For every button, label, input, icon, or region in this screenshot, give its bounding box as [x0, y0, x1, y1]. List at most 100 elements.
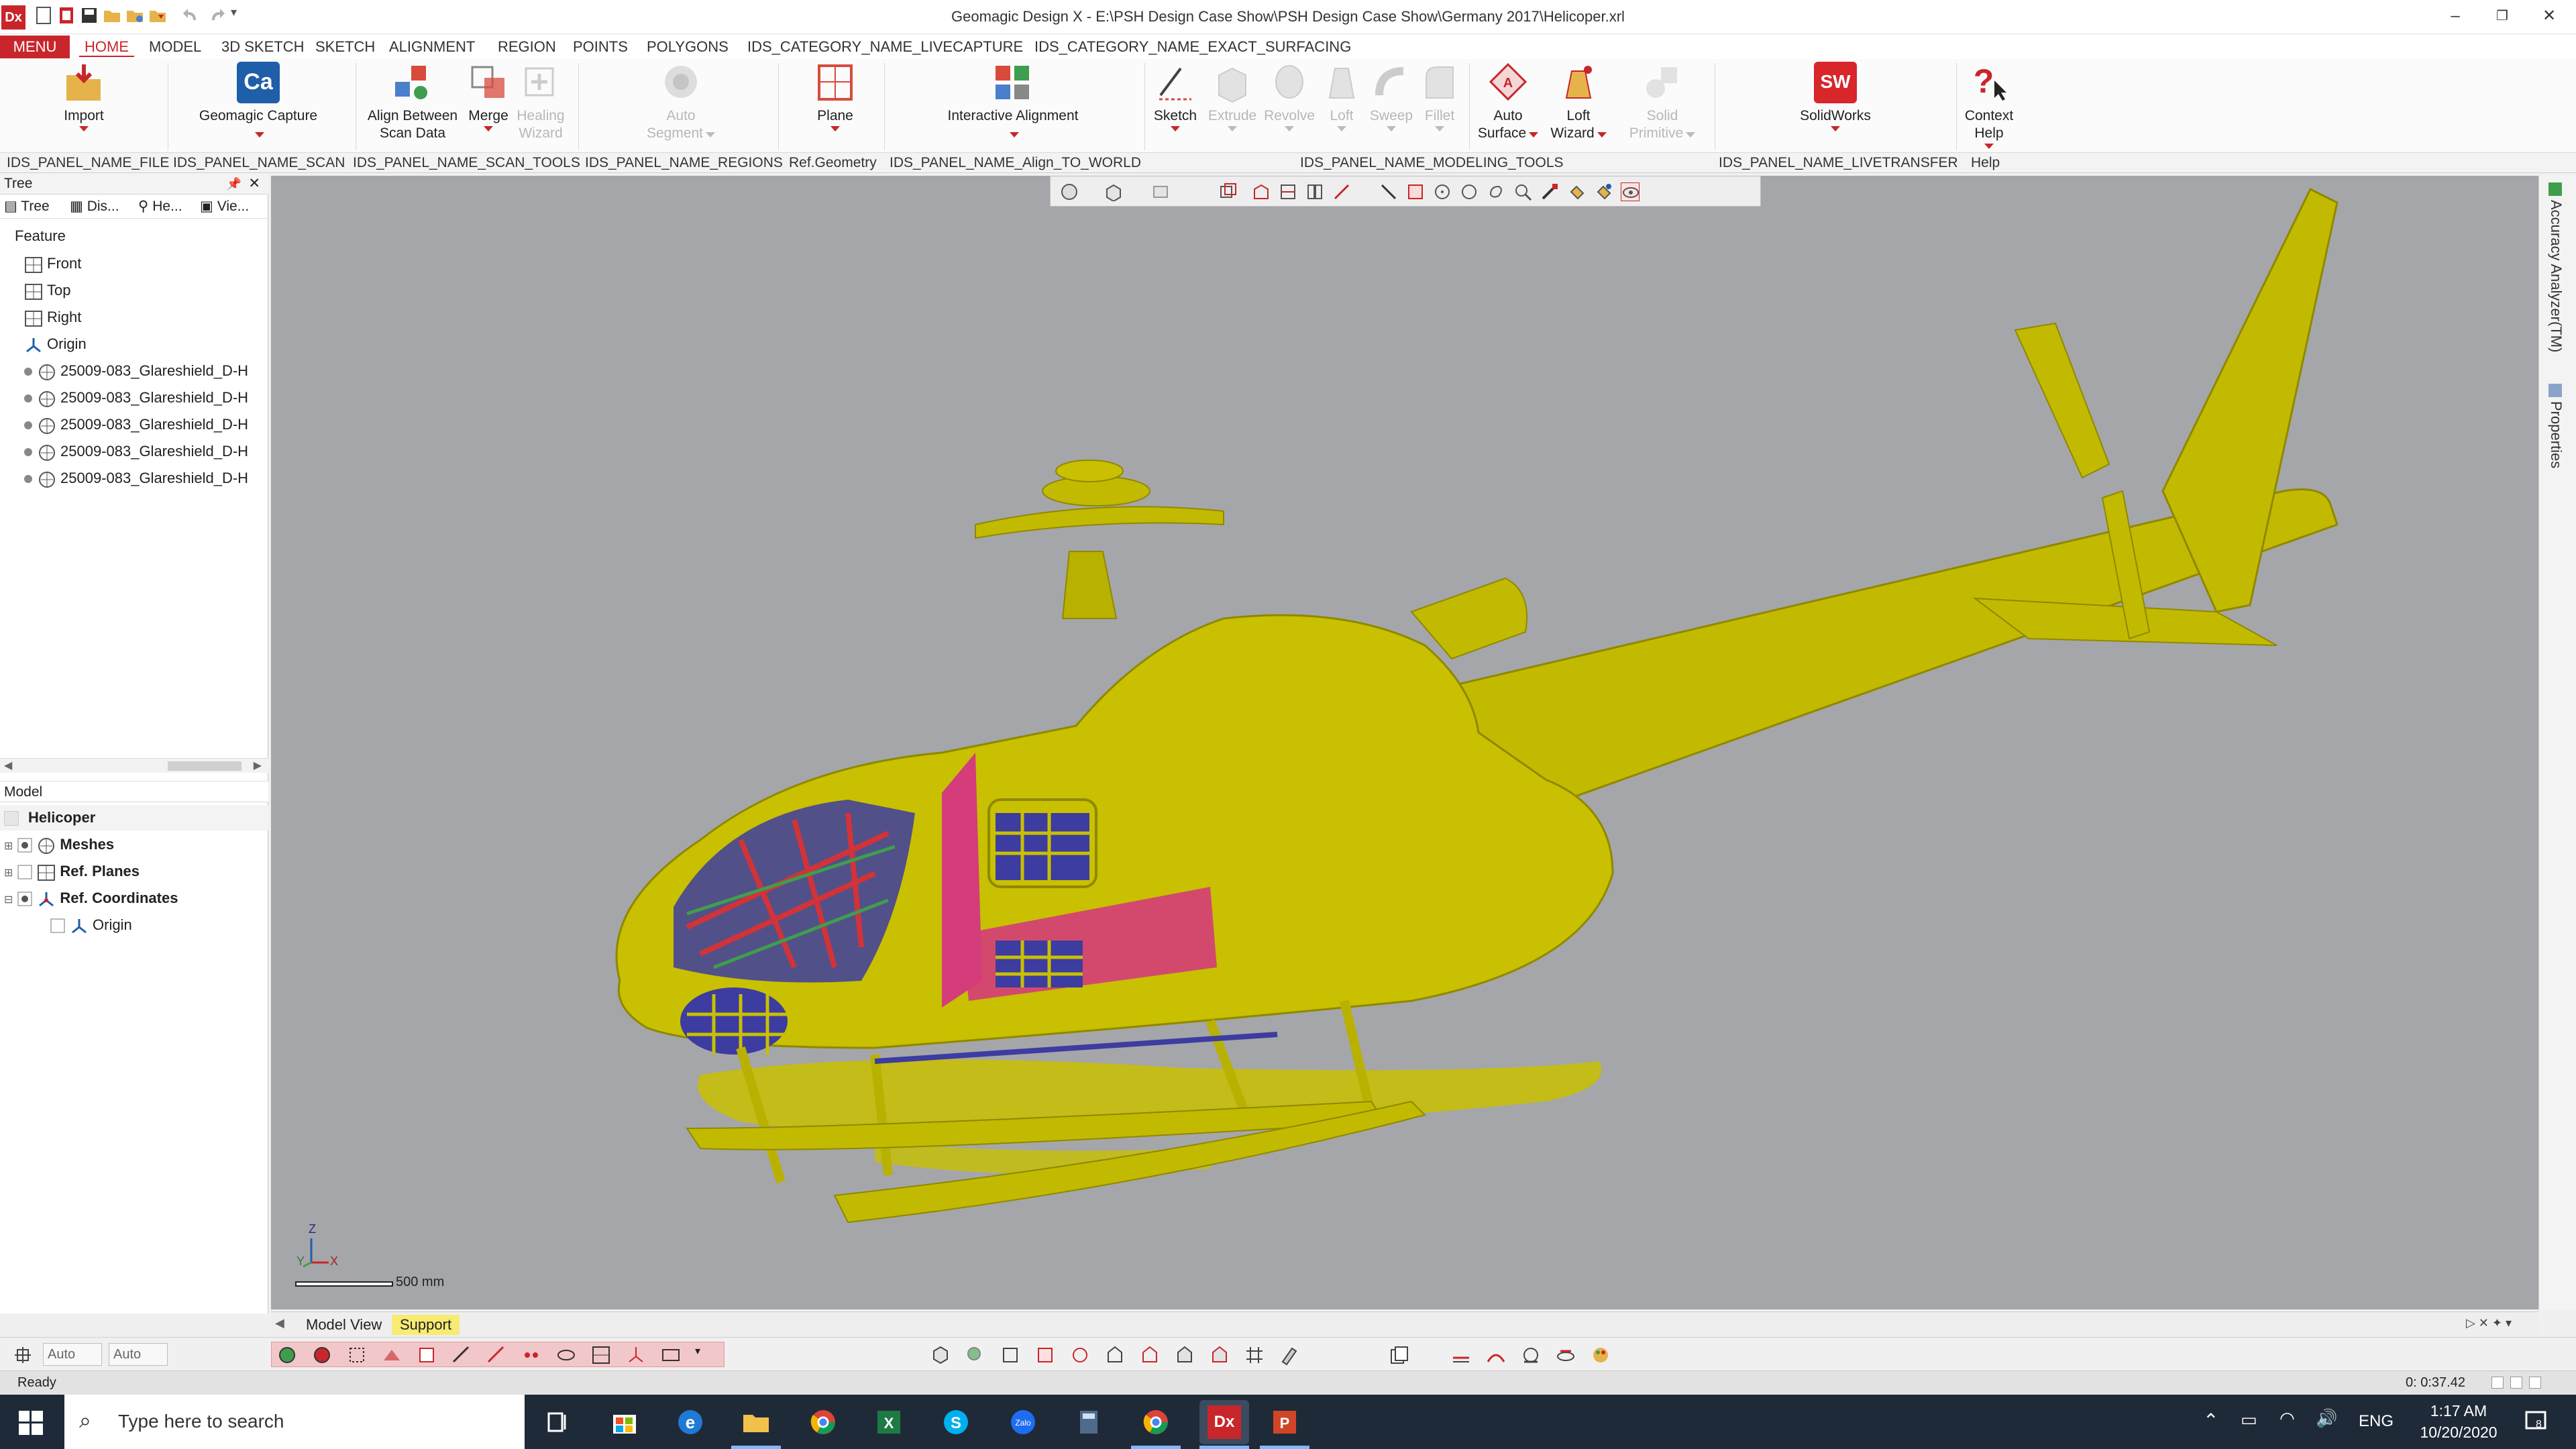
select-coord-icon[interactable]	[625, 1344, 647, 1366]
visibility-icon[interactable]	[17, 890, 33, 908]
healing-wizard-button[interactable]: Healing Wizard	[514, 62, 568, 142]
3d-viewport[interactable]: Z Y X 500 mm	[271, 176, 2538, 1309]
brush-select-icon[interactable]	[1513, 182, 1532, 201]
tree-item-front[interactable]: Front	[24, 251, 81, 276]
import-button[interactable]: Import	[40, 62, 127, 131]
extend-select-icon[interactable]	[1594, 182, 1613, 201]
tab-exact-surfacing[interactable]: IDS_CATEGORY_NAME_EXACT_SURFACING	[1029, 37, 1356, 57]
model-item-ref-planes[interactable]: ⊞ Ref. Planes	[4, 859, 140, 884]
lasso-icon[interactable]	[1487, 182, 1505, 201]
tab-close-icon[interactable]: ▷ ✕ ✦ ▾	[2466, 1316, 2512, 1330]
merge-button[interactable]: Merge	[463, 62, 514, 131]
minimize-icon[interactable]: –	[2435, 4, 2475, 28]
model-item-meshes[interactable]: ⊞ Meshes	[4, 832, 114, 857]
tree-horizontal-scrollbar[interactable]: ◀ ▶	[0, 758, 268, 773]
view-box-icon[interactable]	[1151, 182, 1170, 201]
line-icon[interactable]	[1379, 182, 1398, 201]
wifi-icon[interactable]: ◠	[2279, 1408, 2295, 1429]
tree-item-mesh[interactable]: 25009-083_Glareshield_D-H	[24, 412, 248, 437]
view-rotate-icon[interactable]	[1069, 1344, 1091, 1366]
collapse-icon[interactable]: ⊟	[4, 894, 13, 906]
tab-3d-sketch[interactable]: 3D SKETCH	[216, 37, 309, 57]
tree-item-mesh[interactable]: 25009-083_Glareshield_D-H	[24, 385, 248, 411]
tab-scroll-left-icon[interactable]: ◀	[275, 1316, 284, 1330]
tab-model[interactable]: MODEL	[144, 37, 207, 57]
auto-surface-button[interactable]: A Auto Surface	[1473, 62, 1543, 142]
loft-button[interactable]: Loft	[1320, 62, 1363, 131]
view-front-icon[interactable]	[1000, 1344, 1021, 1366]
file-explorer-icon[interactable]	[739, 1405, 773, 1439]
view-options-icon[interactable]	[1279, 1344, 1300, 1366]
expand-icon[interactable]: ⊞	[4, 867, 13, 879]
store-icon[interactable]	[608, 1405, 641, 1439]
menu-button[interactable]: MENU	[0, 36, 70, 58]
properties-tab[interactable]: Properties	[2547, 401, 2565, 468]
sketch-button[interactable]: Sketch	[1148, 62, 1202, 131]
select-face-icon[interactable]	[416, 1344, 437, 1366]
select-points-icon[interactable]	[346, 1344, 368, 1366]
context-help-button[interactable]: ? Context Help	[1959, 62, 2019, 149]
environment-icon[interactable]	[1520, 1344, 1542, 1366]
excel-icon[interactable]: X	[872, 1405, 906, 1439]
taskbar-clock[interactable]: 1:17 AM 10/20/2020	[2408, 1400, 2509, 1443]
fill-select-icon[interactable]	[1567, 182, 1586, 201]
extrude-button[interactable]: Extrude	[1204, 62, 1260, 131]
select-vertex-icon[interactable]	[486, 1344, 507, 1366]
language-indicator[interactable]: ENG	[2359, 1412, 2394, 1431]
align-between-scan-data-button[interactable]: Align Between Scan Data	[362, 62, 463, 142]
tab-alignment[interactable]: ALIGNMENT	[384, 37, 480, 57]
view-zoom-fit-icon[interactable]	[965, 1344, 986, 1366]
tab-region[interactable]: REGION	[492, 37, 561, 57]
tab-sketch[interactable]: SKETCH	[310, 37, 380, 57]
battery-icon[interactable]: ▭	[2241, 1409, 2257, 1430]
close-icon[interactable]: ✕	[2529, 4, 2569, 28]
filter-combo-2[interactable]: Auto	[109, 1343, 168, 1366]
auto-segment-button[interactable]: Auto Segment	[637, 62, 724, 142]
select-circle2-icon[interactable]	[1460, 182, 1479, 201]
tab-display[interactable]: ▦ Dis...	[70, 195, 119, 219]
tab-view[interactable]: ▣ Vie...	[200, 195, 249, 219]
model-item-origin[interactable]: Origin	[50, 912, 132, 938]
zalo-icon[interactable]: Zalo	[1006, 1405, 1040, 1439]
select-region-icon[interactable]	[311, 1344, 333, 1366]
tree-item-top[interactable]: Top	[24, 278, 70, 303]
clip-icon[interactable]	[1279, 182, 1297, 201]
tab-help[interactable]: ⚲ He...	[138, 195, 182, 219]
calculator-icon[interactable]	[1072, 1405, 1106, 1439]
chrome-icon[interactable]	[1139, 1405, 1173, 1439]
tab-home[interactable]: HOME	[79, 37, 134, 57]
select-dropdown-icon[interactable]: ▾	[695, 1344, 716, 1366]
selection-filter-icon[interactable]	[12, 1344, 34, 1366]
expand-icon[interactable]: ⊞	[4, 841, 13, 852]
tree-item-mesh[interactable]: 25009-083_Glareshield_D-H	[24, 358, 248, 384]
view-grid-icon[interactable]	[1244, 1344, 1265, 1366]
color-icon[interactable]	[1590, 1344, 1611, 1366]
view-render-icon[interactable]	[1218, 182, 1237, 201]
tree-item-mesh[interactable]: 25009-083_Glareshield_D-H	[24, 466, 248, 491]
plane-button[interactable]: Plane	[805, 62, 865, 131]
panel-close-icon[interactable]: ✕	[248, 173, 260, 195]
solidworks-button[interactable]: SW SolidWorks	[1795, 62, 1876, 131]
scroll-left-icon[interactable]: ◀	[4, 759, 12, 772]
view-sphere-icon[interactable]	[1060, 182, 1079, 201]
visibility-icon[interactable]	[17, 836, 33, 855]
tree-item-right[interactable]: Right	[24, 305, 81, 330]
tab-polygons[interactable]: POLYGONS	[641, 37, 734, 57]
tab-tree[interactable]: ▤ Tree	[4, 195, 50, 219]
chrome-icon[interactable]	[806, 1405, 840, 1439]
model-item-ref-coordinates[interactable]: ⊟ Ref. Coordinates	[4, 885, 178, 911]
scroll-thumb[interactable]	[168, 761, 241, 771]
tray-expand-icon[interactable]: ⌃	[2203, 1409, 2218, 1432]
view-bottom-icon[interactable]	[1139, 1344, 1161, 1366]
split-view-icon[interactable]	[1305, 182, 1324, 201]
lighting-icon[interactable]	[1555, 1344, 1576, 1366]
model-root[interactable]: Helicoper	[0, 805, 268, 830]
interactive-alignment-button[interactable]: Interactive Alignment	[946, 62, 1080, 142]
fillet-button[interactable]: Fillet	[1415, 62, 1464, 131]
select-rect-icon[interactable]	[1406, 182, 1425, 201]
select-body-icon[interactable]	[381, 1344, 402, 1366]
windows-start-icon[interactable]	[19, 1411, 43, 1435]
view-back-icon[interactable]	[1034, 1344, 1056, 1366]
compare-icon[interactable]	[1485, 1344, 1507, 1366]
tab-livecapture[interactable]: IDS_CATEGORY_NAME_LIVECAPTURE	[742, 37, 1028, 57]
